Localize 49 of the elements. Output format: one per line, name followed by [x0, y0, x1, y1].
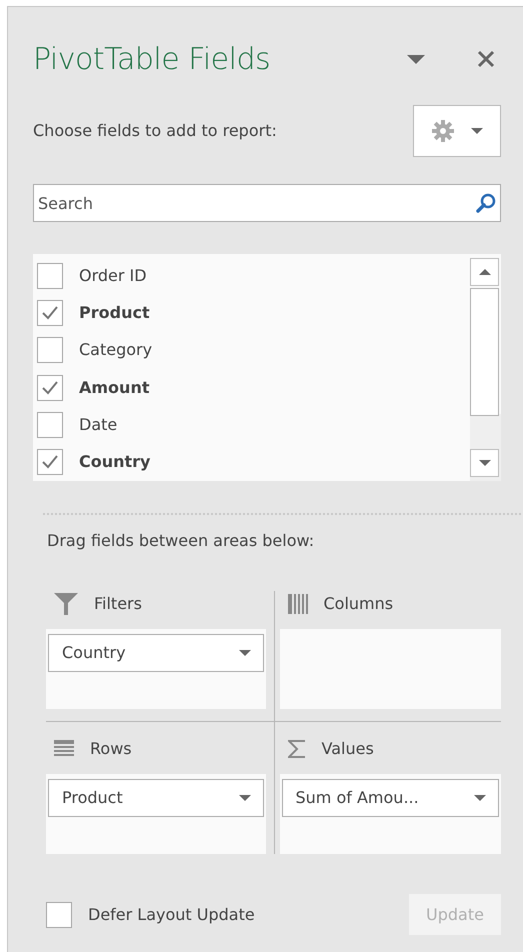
checkbox[interactable]	[37, 374, 63, 401]
caret-icon	[238, 650, 250, 656]
settings-button[interactable]	[413, 105, 501, 157]
checkbox[interactable]	[37, 300, 63, 326]
checkbox-label[interactable]: Defer Layout Update	[88, 902, 255, 926]
area-title: Values	[322, 738, 374, 760]
chip-label: Country	[62, 642, 126, 664]
field-chip[interactable]: Product	[48, 779, 264, 817]
field-label[interactable]: Category	[79, 338, 152, 362]
field-label[interactable]: Country	[79, 450, 150, 474]
field-label[interactable]: Order ID	[79, 264, 147, 288]
sigma-icon	[288, 740, 306, 758]
caret-icon	[238, 795, 250, 801]
caret-icon	[471, 128, 483, 134]
field-chip[interactable]: Sum of Amou...	[282, 779, 499, 817]
area-title: Rows	[90, 738, 132, 760]
panel-title: PivotTable Fields	[33, 40, 272, 78]
check-icon	[42, 380, 58, 395]
subtitle: Choose fields to add to report:	[33, 120, 277, 142]
caret-up-icon	[478, 269, 490, 275]
columns-icon	[288, 594, 308, 614]
caret-icon	[478, 460, 490, 466]
settings-icon	[431, 119, 455, 143]
chip-label: Sum of Amou...	[296, 787, 419, 809]
area-title: Columns	[324, 593, 394, 615]
chip-label: Product	[62, 787, 123, 809]
checkbox[interactable]	[46, 902, 72, 928]
field-label[interactable]: Amount	[79, 376, 150, 400]
rows-icon	[54, 740, 74, 758]
field-label[interactable]: Date	[79, 412, 118, 437]
scroll-down-button[interactable]	[470, 449, 499, 477]
check-icon	[42, 306, 58, 320]
checkbox[interactable]	[37, 412, 63, 438]
scroll-thumb[interactable]	[470, 288, 499, 416]
checkbox[interactable]	[37, 262, 63, 289]
instruction-text: Drag fields between areas below:	[47, 530, 316, 552]
search-field[interactable]: Search	[33, 184, 501, 222]
field-label[interactable]: Product	[79, 300, 150, 325]
caret-icon	[407, 54, 425, 64]
checkbox[interactable]	[37, 449, 63, 476]
caret-icon	[474, 795, 486, 801]
check-icon	[42, 455, 58, 470]
search-icon	[475, 192, 497, 214]
field-chip[interactable]: Country	[48, 634, 264, 672]
filter-icon	[54, 593, 78, 615]
scroll-up-button[interactable]	[470, 258, 499, 286]
close-icon	[476, 49, 496, 69]
checkbox[interactable]	[37, 337, 63, 364]
area-title: Filters	[94, 593, 142, 615]
